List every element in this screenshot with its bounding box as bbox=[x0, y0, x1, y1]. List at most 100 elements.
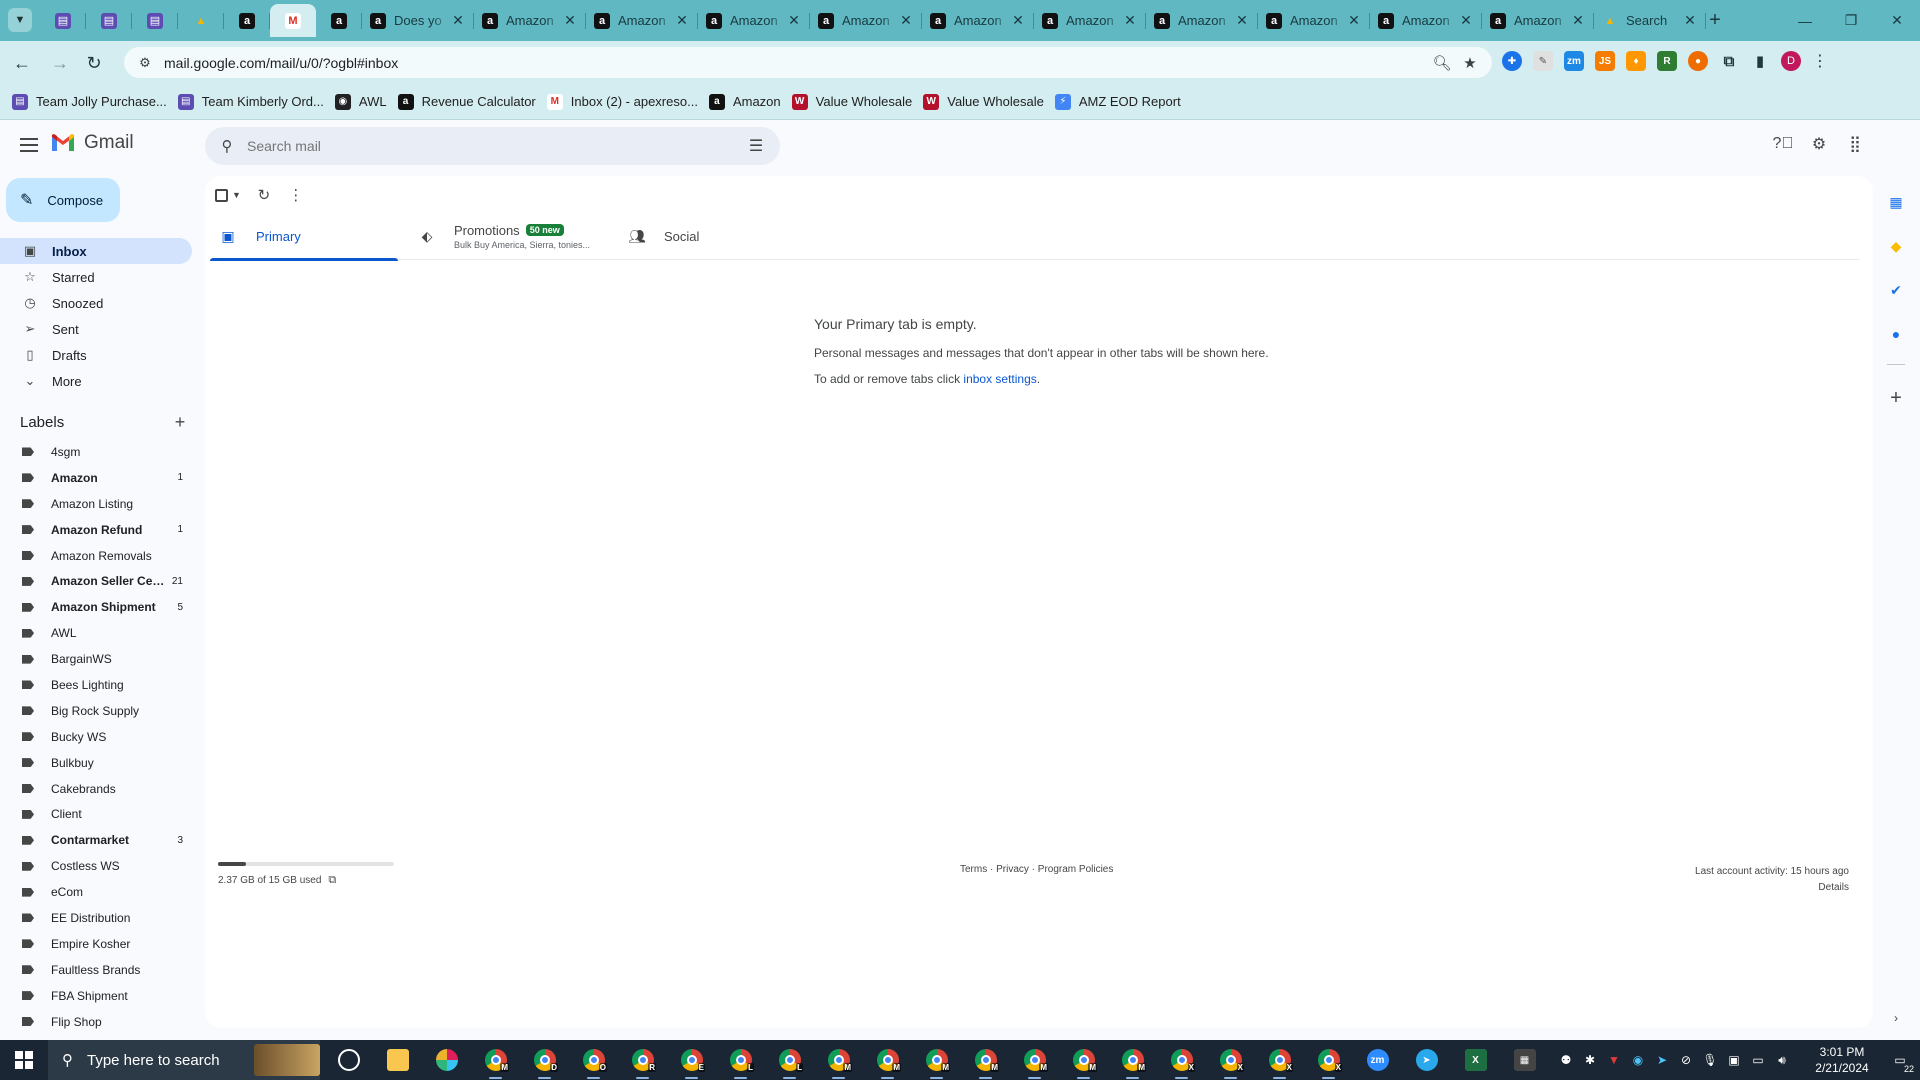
tab-primary[interactable]: ▣ Primary bbox=[210, 212, 398, 261]
bookmark-item[interactable]: M Inbox (2) - apexreso... bbox=[545, 88, 707, 116]
taskbar-search[interactable]: ⚲ bbox=[48, 1040, 320, 1080]
notification-center-icon[interactable]: ▭ 22 bbox=[1880, 1040, 1920, 1080]
zoom-icon[interactable]: 🔍︎ bbox=[1428, 49, 1456, 77]
footer-links[interactable]: Terms · Privacy · Program Policies bbox=[960, 864, 1113, 875]
taskbar-app[interactable]: R bbox=[618, 1040, 667, 1080]
address-bar[interactable]: ⚙ mail.google.com/mail/u/0/?ogbl#inbox 🔍… bbox=[124, 47, 1492, 78]
select-all-checkbox[interactable] bbox=[215, 188, 228, 202]
taskbar-app[interactable]: M bbox=[961, 1040, 1010, 1080]
taskbar-app[interactable]: zm bbox=[1353, 1040, 1402, 1080]
tasks-icon[interactable]: ✔ bbox=[1886, 280, 1906, 300]
browser-tab[interactable]: ▤ bbox=[132, 4, 178, 37]
url-text[interactable]: mail.google.com/mail/u/0/?ogbl#inbox bbox=[164, 55, 1428, 71]
bookmark-item[interactable]: a Revenue Calculator bbox=[396, 88, 545, 116]
profile-avatar[interactable]: D bbox=[1781, 51, 1801, 71]
taskbar-app[interactable] bbox=[422, 1040, 471, 1080]
browser-tab[interactable]: a Amazon ✕ bbox=[810, 4, 922, 37]
browser-tab[interactable]: a Amazon ✕ bbox=[1370, 4, 1482, 37]
browser-tab[interactable]: a Amazon ✕ bbox=[922, 4, 1034, 37]
restore-button[interactable]: ❐ bbox=[1828, 0, 1874, 41]
taskbar-app[interactable]: M bbox=[1108, 1040, 1157, 1080]
label-item[interactable]: Amazon Seller Cen... 21 bbox=[0, 568, 192, 594]
windows-start-icon[interactable] bbox=[0, 1040, 48, 1080]
settings-gear-icon[interactable]: ⚙ bbox=[1806, 131, 1832, 157]
taskbar-app[interactable]: E bbox=[667, 1040, 716, 1080]
extension-icon[interactable]: JS bbox=[1595, 51, 1615, 71]
label-item[interactable]: Amazon 1 bbox=[0, 465, 192, 491]
nav-item-sent[interactable]: ➢ Sent bbox=[0, 316, 192, 342]
keep-icon[interactable]: ◆ bbox=[1886, 236, 1906, 256]
browser-menu-icon[interactable]: ⋮ bbox=[1812, 51, 1828, 71]
taskbar-app[interactable]: ▦ bbox=[1500, 1040, 1549, 1080]
close-tab-icon[interactable]: ✕ bbox=[1010, 12, 1026, 29]
main-menu-icon[interactable] bbox=[16, 132, 42, 158]
taskbar-app[interactable]: X bbox=[1255, 1040, 1304, 1080]
label-item[interactable]: Amazon Removals bbox=[0, 543, 192, 569]
browser-tab[interactable]: a Amazon ✕ bbox=[586, 4, 698, 37]
network-off-icon[interactable]: ⊘ bbox=[1674, 1053, 1698, 1067]
search-input[interactable] bbox=[247, 138, 744, 154]
bookmark-item[interactable]: W Value Wholesale bbox=[790, 88, 922, 116]
more-options-icon[interactable]: ⋮ bbox=[287, 186, 305, 204]
nav-item-more[interactable]: ⌄ More bbox=[0, 368, 192, 394]
open-external-icon[interactable]: ⧉ bbox=[328, 874, 336, 887]
label-item[interactable]: Bees Lighting bbox=[0, 672, 192, 698]
help-icon[interactable]: ?⃝ bbox=[1770, 131, 1796, 157]
minimize-button[interactable]: — bbox=[1782, 0, 1828, 41]
bookmark-item[interactable]: a Amazon bbox=[707, 88, 790, 116]
search-icon[interactable]: ⚲ bbox=[215, 137, 239, 155]
bookmark-item[interactable]: ◉ AWL bbox=[333, 88, 396, 116]
taskbar-app[interactable]: M bbox=[1059, 1040, 1108, 1080]
browser-tab[interactable]: a Does yo ✕ bbox=[362, 4, 474, 37]
add-addon-icon[interactable]: + bbox=[1886, 387, 1906, 409]
reload-button[interactable]: ↻ bbox=[80, 49, 108, 77]
label-item[interactable]: FBA Shipment bbox=[0, 983, 192, 1009]
taskbar-app[interactable]: X bbox=[1157, 1040, 1206, 1080]
browser-tab[interactable]: a Amazon ✕ bbox=[474, 4, 586, 37]
taskbar-app[interactable]: L bbox=[765, 1040, 814, 1080]
nav-item-inbox[interactable]: ▣ Inbox bbox=[0, 238, 192, 264]
camera-icon[interactable]: ▣ bbox=[1722, 1053, 1746, 1067]
label-item[interactable]: 4sgm bbox=[0, 439, 192, 465]
calendar-icon[interactable]: ▦ bbox=[1886, 192, 1906, 212]
label-item[interactable]: Flip Shop bbox=[0, 1009, 192, 1035]
bookmark-star-icon[interactable]: ★ bbox=[1456, 49, 1484, 77]
browser-tab[interactable]: M bbox=[270, 4, 316, 37]
close-tab-icon[interactable]: ✕ bbox=[898, 12, 914, 29]
close-tab-icon[interactable]: ✕ bbox=[1122, 12, 1138, 29]
forward-button[interactable]: → bbox=[46, 49, 74, 77]
close-tab-icon[interactable]: ✕ bbox=[1346, 12, 1362, 29]
extension-icon[interactable]: R bbox=[1657, 51, 1677, 71]
close-tab-icon[interactable]: ✕ bbox=[786, 12, 802, 29]
taskbar-app[interactable]: X bbox=[1304, 1040, 1353, 1080]
tab-search-button[interactable]: ▼ bbox=[8, 8, 32, 32]
close-tab-icon[interactable]: ✕ bbox=[562, 12, 578, 29]
browser-tab[interactable]: a Amazon ✕ bbox=[1482, 4, 1594, 37]
new-tab-button[interactable]: + bbox=[1703, 8, 1727, 32]
people-icon[interactable]: ⚉ bbox=[1554, 1053, 1578, 1067]
close-tab-icon[interactable]: ✕ bbox=[674, 12, 690, 29]
browser-tab[interactable]: a bbox=[224, 4, 270, 37]
extension-icon[interactable]: ♦ bbox=[1626, 51, 1646, 71]
taskbar-app[interactable] bbox=[324, 1040, 373, 1080]
telegram-tray-icon[interactable]: ➤ bbox=[1650, 1053, 1674, 1067]
close-tab-icon[interactable]: ✕ bbox=[450, 12, 466, 29]
label-item[interactable]: Costless WS bbox=[0, 853, 192, 879]
search-options-icon[interactable]: ☰ bbox=[744, 136, 768, 156]
browser-tab[interactable]: ▲ Search ✕ bbox=[1594, 4, 1706, 37]
browser-tab[interactable]: ▤ bbox=[40, 4, 86, 37]
chevron-right-icon[interactable]: › bbox=[1886, 1008, 1906, 1028]
taskbar-app[interactable]: M bbox=[814, 1040, 863, 1080]
back-button[interactable]: ← bbox=[8, 49, 36, 77]
slack-tray-icon[interactable]: ✱ bbox=[1578, 1053, 1602, 1067]
close-tab-icon[interactable]: ✕ bbox=[1570, 12, 1586, 29]
extension-icon[interactable]: ✚ bbox=[1502, 51, 1522, 71]
gmail-logo[interactable]: Gmail bbox=[50, 132, 134, 154]
taskbar-app[interactable] bbox=[373, 1040, 422, 1080]
clock[interactable]: 3:01 PM 2/21/2024 bbox=[1804, 1044, 1880, 1076]
google-apps-icon[interactable]: ⣿ bbox=[1842, 131, 1868, 157]
nav-item-starred[interactable]: ☆ Starred bbox=[0, 264, 192, 290]
details-link[interactable]: Details bbox=[1695, 880, 1849, 896]
taskbar-app[interactable]: ➤ bbox=[1402, 1040, 1451, 1080]
browser-tab[interactable]: a Amazon ✕ bbox=[1034, 4, 1146, 37]
